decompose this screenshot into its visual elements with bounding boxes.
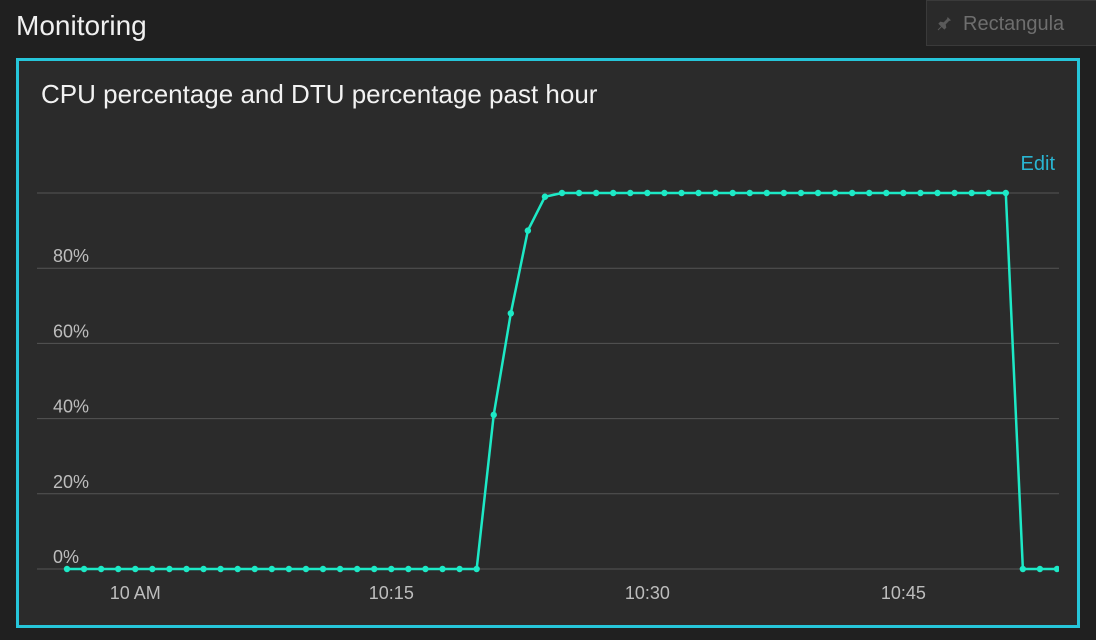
series-dot xyxy=(525,227,531,233)
series-dot xyxy=(354,566,360,572)
series-dot xyxy=(951,190,957,196)
series-dot xyxy=(968,190,974,196)
page-title: Monitoring xyxy=(16,10,147,42)
series-dot xyxy=(678,190,684,196)
series-dot xyxy=(883,190,889,196)
x-tick-label: 10:45 xyxy=(881,583,926,603)
x-tick-label: 10:30 xyxy=(625,583,670,603)
series-dot xyxy=(132,566,138,572)
series-dot xyxy=(456,566,462,572)
series-dot xyxy=(798,190,804,196)
series-dot xyxy=(439,566,445,572)
series-dot xyxy=(610,190,616,196)
series-dot xyxy=(115,566,121,572)
pin-icon xyxy=(937,15,953,31)
series-dot xyxy=(269,566,275,572)
series-dot xyxy=(764,190,770,196)
series-dot xyxy=(1037,566,1043,572)
series-dot xyxy=(234,566,240,572)
series-dot xyxy=(729,190,735,196)
series-dot xyxy=(934,190,940,196)
series-dot xyxy=(286,566,292,572)
series-dot xyxy=(491,412,497,418)
y-tick-label: 100% xyxy=(53,187,99,191)
series-dot xyxy=(217,566,223,572)
series-dot xyxy=(183,566,189,572)
edit-link[interactable]: Edit xyxy=(1021,153,1055,176)
y-tick-label: 60% xyxy=(53,321,89,341)
series-dot xyxy=(986,190,992,196)
series-dot xyxy=(1054,566,1059,572)
series-dot xyxy=(1003,190,1009,196)
series-dot xyxy=(320,566,326,572)
series-dot xyxy=(849,190,855,196)
series-dot xyxy=(508,310,514,316)
series-dot xyxy=(900,190,906,196)
series-dot xyxy=(64,566,70,572)
series-dot xyxy=(866,190,872,196)
monitoring-tile[interactable]: CPU percentage and DTU percentage past h… xyxy=(16,58,1080,628)
series-dot xyxy=(576,190,582,196)
y-tick-label: 0% xyxy=(53,547,79,567)
series-dot xyxy=(81,566,87,572)
series-dot xyxy=(1020,566,1026,572)
series-dot xyxy=(388,566,394,572)
series-dot xyxy=(644,190,650,196)
chart-title: CPU percentage and DTU percentage past h… xyxy=(41,79,597,110)
series-dot xyxy=(166,566,172,572)
series-dot xyxy=(661,190,667,196)
series-dot xyxy=(200,566,206,572)
series-dot xyxy=(422,566,428,572)
series-dot xyxy=(712,190,718,196)
series-dot xyxy=(252,566,258,572)
series-dot xyxy=(832,190,838,196)
series-dot xyxy=(303,566,309,572)
chart-area: 0% 20% 40% 60% 80% 100% 10 AM 10:15 10:30 10:45 xyxy=(37,187,1059,615)
series-dot xyxy=(815,190,821,196)
series-dot xyxy=(559,190,565,196)
snip-mode-button[interactable]: Rectangula xyxy=(926,0,1096,46)
series-dot xyxy=(917,190,923,196)
series-dot xyxy=(473,566,479,572)
series-dot xyxy=(781,190,787,196)
y-tick-label: 40% xyxy=(53,397,89,417)
series-dot xyxy=(747,190,753,196)
series-dot xyxy=(542,194,548,200)
series-dot xyxy=(149,566,155,572)
series-line xyxy=(67,193,1057,569)
series-dot xyxy=(98,566,104,572)
snip-mode-label: Rectangula xyxy=(963,13,1064,35)
x-tick-label: 10:15 xyxy=(369,583,414,603)
line-chart: 0% 20% 40% 60% 80% 100% 10 AM 10:15 10:30 10:45 xyxy=(37,187,1059,615)
series-dot xyxy=(627,190,633,196)
series-dot xyxy=(593,190,599,196)
series-dot xyxy=(371,566,377,572)
x-tick-label: 10 AM xyxy=(110,583,161,603)
y-tick-label: 20% xyxy=(53,472,89,492)
series-dot xyxy=(695,190,701,196)
y-tick-label: 80% xyxy=(53,246,89,266)
series-dot xyxy=(405,566,411,572)
series-dot xyxy=(337,566,343,572)
